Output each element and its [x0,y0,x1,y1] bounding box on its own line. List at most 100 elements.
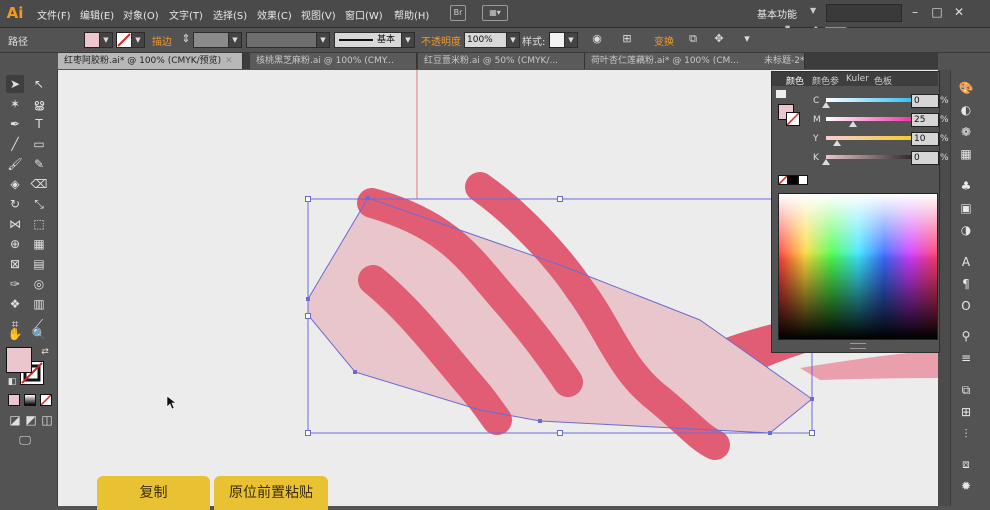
gradient-tool-icon[interactable]: ▤ [30,255,48,273]
symbol-sprayer-tool-icon[interactable]: ❖ [6,295,24,313]
blend-tool-icon[interactable]: ◎ [30,275,48,293]
zoom-tool-icon[interactable]: 🔍 [30,325,48,343]
color-panel-icon[interactable]: 🎨 [958,80,974,96]
close-icon[interactable]: ✕ [950,4,968,20]
tab-kuler[interactable]: Kuler [846,74,869,84]
magenta-slider-thumb[interactable] [849,121,857,127]
brush-definition-select[interactable]: 基本 [334,32,402,48]
swatches-icon[interactable]: ▦ [958,146,974,162]
default-fill-stroke-icon[interactable]: ◧ [3,373,21,391]
stroke-weight-dropdown-icon[interactable]: ▼ [228,32,242,48]
variable-width-dropdown-icon[interactable]: ▼ [316,32,330,48]
align-icon[interactable]: ⫶ [958,426,974,442]
copy-button[interactable]: 复制 [97,476,210,510]
width-tool-icon[interactable]: ⋈ [6,215,24,233]
color-mode-icon[interactable] [8,394,20,406]
selection-tool-icon[interactable]: ➤ [6,75,24,93]
yellow-input[interactable]: 10 [911,132,939,146]
draw-inside-icon[interactable]: ◫ [38,411,56,429]
hand-tool-icon[interactable]: ✋ [6,325,24,343]
style-dropdown-icon[interactable]: ▼ [564,32,578,48]
column-graph-tool-icon[interactable]: ▥ [30,295,48,313]
navigator-icon[interactable]: ✹ [958,478,974,494]
black-slider-thumb[interactable] [822,159,830,165]
arrange-documents-icon[interactable]: ▦▾ [482,5,508,21]
menu-type[interactable]: 文字(T) [169,7,203,22]
fill-swatch[interactable] [6,347,32,373]
menu-object[interactable]: 对象(O) [123,7,159,22]
line-tool-icon[interactable]: ╱ [6,135,24,153]
tab-color[interactable]: 颜色 [786,74,804,87]
panel-stroke-swatch[interactable] [786,112,800,126]
tab-document[interactable]: 红豆薏米粉.ai @ 50% (CMYK/... [418,53,585,69]
tab-document-active[interactable]: 红枣阿胶粉.ai* @ 100% (CMYK/预览) ✕ [58,53,243,69]
tab-document[interactable]: 核桃黑芝麻粉.ai @ 100% (CMY... [250,53,417,69]
paste-in-front-button[interactable]: 原位前置粘贴 [214,476,328,510]
fill-dropdown-icon[interactable]: ▼ [99,32,113,48]
align-grid-icon[interactable]: ⊞ [620,32,634,46]
eraser-tool-icon[interactable]: ⌫ [30,175,48,193]
panel-menu-icon[interactable]: ▾ [740,32,754,46]
isolate-icon[interactable]: ⧉ [686,32,700,46]
paintbrush-tool-icon[interactable]: 🖌 [6,155,24,173]
arrange-icon[interactable]: ✥ [712,32,726,46]
menu-window[interactable]: 窗口(W) [345,7,383,22]
cyan-slider-thumb[interactable] [822,102,830,108]
maximize-icon[interactable]: □ [928,4,946,20]
black-input[interactable]: 0 [911,151,939,165]
swap-fill-stroke-icon[interactable]: ⇄ [36,343,54,361]
rotate-tool-icon[interactable]: ↻ [6,195,24,213]
paragraph-icon[interactable]: ¶ [958,276,974,292]
bridge-icon[interactable]: Br [450,5,466,21]
links-icon[interactable]: ⚲ [958,328,974,344]
menu-help[interactable]: 帮助(H) [394,7,429,22]
artboards-icon[interactable]: ⧈ [958,456,974,472]
pen-tool-icon[interactable]: ✒ [6,115,24,133]
mesh-tool-icon[interactable]: ⊠ [6,255,24,273]
eyedropper-tool-icon[interactable]: ✑ [6,275,24,293]
type-tool-icon[interactable]: T [30,115,48,133]
none-mode-icon[interactable] [40,394,52,406]
gamut-icon[interactable] [776,90,786,98]
scale-tool-icon[interactable]: ⤡ [30,195,48,213]
tab-color-guide[interactable]: 颜色参 [812,74,839,87]
layers-icon[interactable]: ⧉ [958,382,974,398]
opentype-icon[interactable]: O [958,298,974,314]
stroke-label[interactable]: 描边 [152,33,172,48]
close-tab-icon[interactable]: ✕ [225,56,233,66]
tab-document[interactable]: 荷叶杏仁莲藕粉.ai* @ 100% (CM... [585,53,760,69]
perspective-grid-tool-icon[interactable]: ▦ [30,235,48,253]
opacity-input[interactable]: 100% [464,32,508,48]
fill-color-swatch[interactable] [84,32,100,48]
brush-dropdown-icon[interactable]: ▼ [401,32,415,48]
menu-select[interactable]: 选择(S) [213,7,247,22]
brushes-icon[interactable]: ♣ [958,178,974,194]
stroke-icon[interactable]: ≡ [958,350,974,366]
recolor-artwork-icon[interactable]: ◉ [590,32,604,46]
lasso-tool-icon[interactable]: ൠ [30,95,48,113]
character-icon[interactable]: A [958,254,974,270]
transform-label[interactable]: 变换 [654,33,674,48]
opacity-dropdown-icon[interactable]: ▼ [506,32,520,48]
stroke-weight-input[interactable] [193,32,229,48]
stroke-color-swatch[interactable] [116,32,132,48]
yellow-slider-thumb[interactable] [832,140,841,146]
rectangle-tool-icon[interactable]: ▭ [30,135,48,153]
appearance-icon[interactable]: ❁ [958,124,974,140]
shape-builder-tool-icon[interactable]: ⊕ [6,235,24,253]
transform-icon[interactable]: ⊞ [958,404,974,420]
direct-selection-tool-icon[interactable]: ↖ [30,75,48,93]
menu-edit[interactable]: 编辑(E) [80,7,114,22]
pink-polygon-shape[interactable] [308,198,812,433]
magic-wand-tool-icon[interactable]: ✶ [6,95,24,113]
magenta-input[interactable]: 25 [911,113,939,127]
tab-swatches[interactable]: 色板 [874,74,892,87]
cyan-input[interactable]: 0 [911,94,939,108]
screen-mode-icon[interactable]: 🖵 [16,431,34,449]
minimize-icon[interactable]: – [906,4,924,20]
gradient-mode-icon[interactable] [24,394,36,406]
transparency-icon[interactable]: ◑ [958,222,974,238]
gradient-icon[interactable]: ▣ [958,200,974,216]
black-swatch[interactable] [788,175,798,185]
pencil-tool-icon[interactable]: ✎ [30,155,48,173]
